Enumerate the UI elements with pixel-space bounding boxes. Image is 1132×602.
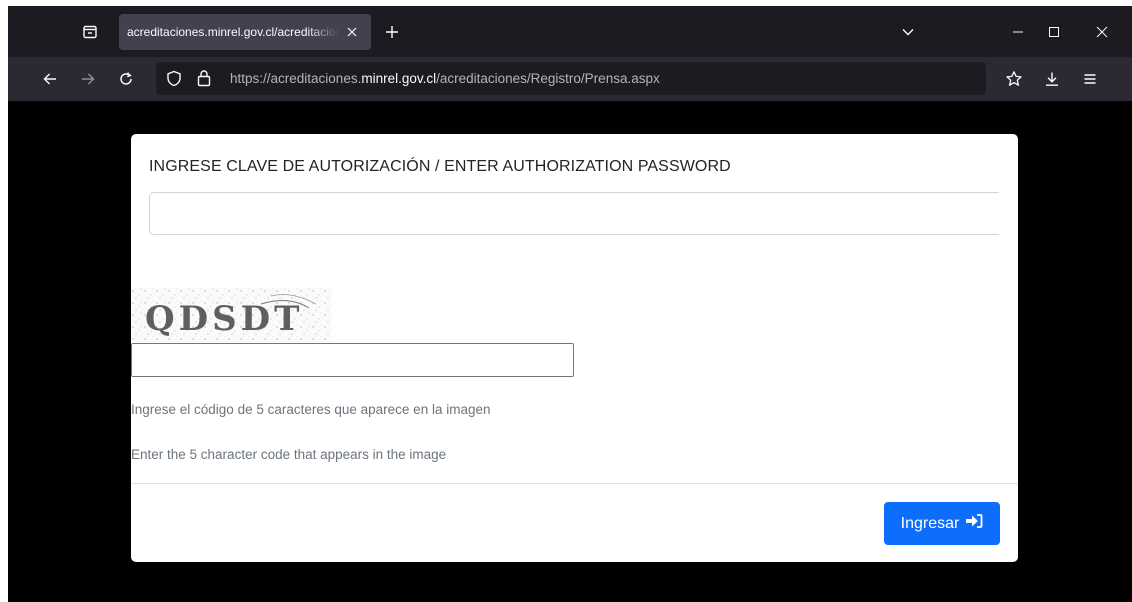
navigation-bar: https://acreditaciones.minrel.gov.cl/acr… [8, 57, 1132, 101]
close-icon[interactable] [343, 23, 361, 41]
modal-footer-divider [131, 483, 1018, 484]
tab-active[interactable]: acreditaciones.minrel.gov.cl/acreditacio… [119, 14, 371, 50]
back-arrow-icon[interactable] [36, 65, 64, 93]
sign-in-icon [965, 513, 983, 534]
password-input[interactable] [149, 192, 999, 235]
download-icon[interactable] [1038, 65, 1066, 93]
url-path: /acreditaciones/Registro/Prensa.aspx [436, 71, 660, 86]
new-tab-icon[interactable] [380, 20, 404, 44]
captcha-image: QDSDT [131, 288, 331, 342]
url-prefix: https://acreditaciones. [230, 71, 362, 86]
minimize-icon[interactable] [1002, 16, 1034, 48]
menu-icon[interactable] [1076, 65, 1104, 93]
window-close-icon[interactable] [1086, 16, 1118, 48]
url-text[interactable]: https://acreditaciones.minrel.gov.cl/acr… [230, 71, 660, 86]
captcha-help-english: Enter the 5 character code that appears … [131, 447, 447, 462]
url-bar[interactable]: https://acreditaciones.minrel.gov.cl/acr… [156, 62, 986, 95]
tab-strip: acreditaciones.minrel.gov.cl/acreditacio… [8, 6, 1132, 57]
captcha-input[interactable] [131, 343, 574, 377]
authorization-modal: INGRESE CLAVE DE AUTORIZACIÓN / ENTER AU… [131, 134, 1018, 562]
tab-title: acreditaciones.minrel.gov.cl/acreditacio… [127, 25, 339, 39]
ingresar-button-label: Ingresar [900, 514, 960, 532]
lock-icon[interactable] [196, 69, 212, 92]
password-label: INGRESE CLAVE DE AUTORIZACIÓN / ENTER AU… [149, 158, 731, 175]
firefox-view-icon[interactable] [78, 20, 102, 44]
reload-icon[interactable] [112, 65, 140, 93]
ingresar-button[interactable]: Ingresar [884, 502, 1000, 545]
shield-icon[interactable] [166, 70, 182, 92]
chevron-down-icon[interactable] [896, 20, 920, 44]
captcha-help-spanish: Ingrese el código de 5 caracteres que ap… [131, 402, 491, 417]
url-host: minrel.gov.cl [361, 71, 437, 86]
forward-arrow-icon[interactable] [74, 65, 102, 93]
captcha-text: QDSDT [145, 299, 303, 339]
maximize-icon[interactable] [1038, 16, 1070, 48]
bookmark-star-icon[interactable] [1000, 65, 1028, 93]
